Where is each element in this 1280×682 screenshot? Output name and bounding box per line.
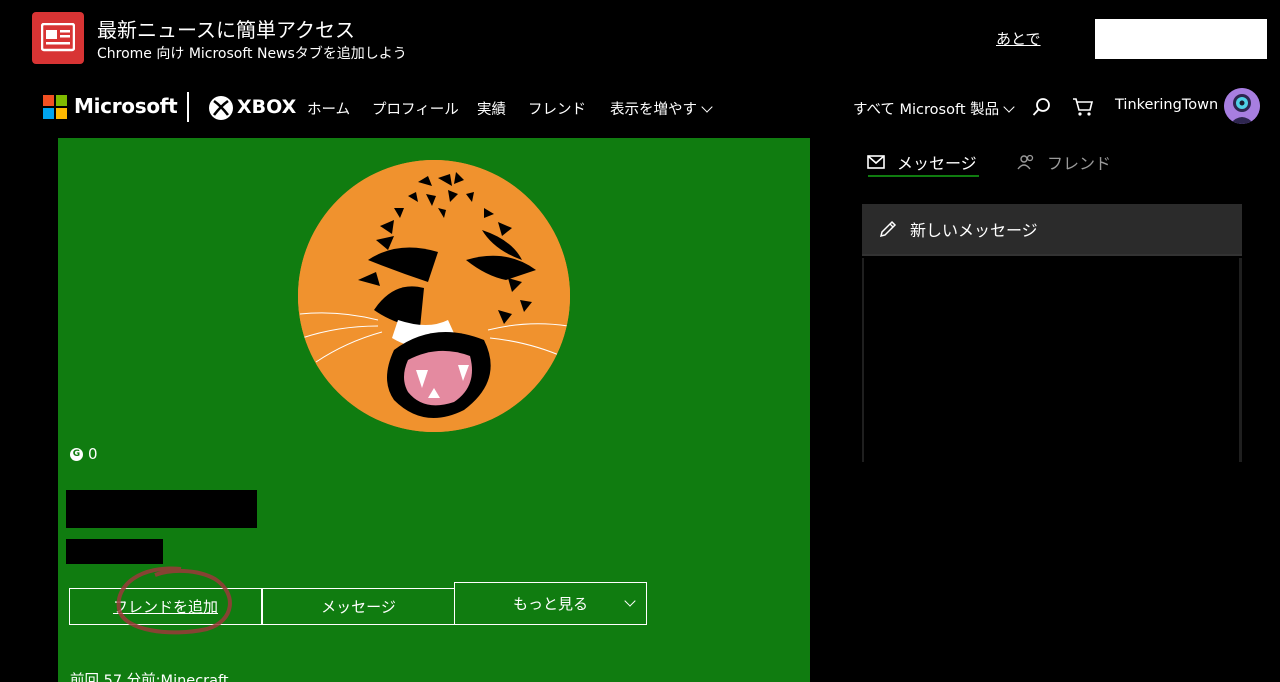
more-button[interactable]: もっと見る bbox=[454, 582, 647, 625]
gamerscore-icon: G bbox=[70, 447, 83, 461]
chevron-down-icon bbox=[701, 101, 713, 113]
friends-icon bbox=[1017, 154, 1034, 170]
xbox-brand[interactable]: XBOX bbox=[237, 96, 296, 118]
tab-friends[interactable]: フレンド bbox=[1017, 150, 1111, 174]
add-friend-button[interactable]: フレンドを追加 bbox=[69, 588, 262, 625]
tab-friends-label: フレンド bbox=[1047, 154, 1112, 173]
user-avatar[interactable] bbox=[1224, 88, 1260, 124]
tab-active-indicator bbox=[868, 175, 979, 177]
new-message-button[interactable]: 新しいメッセージ bbox=[862, 204, 1242, 256]
nav-profile[interactable]: プロフィール bbox=[372, 98, 459, 119]
pencil-icon bbox=[879, 220, 897, 238]
nav-more[interactable]: 表示を増やす bbox=[610, 98, 713, 119]
all-products-label: すべて Microsoft 製品 bbox=[853, 102, 1000, 118]
redacted-gamertag bbox=[66, 490, 257, 528]
nav-home[interactable]: ホーム bbox=[307, 98, 350, 119]
tab-messages[interactable]: メッセージ bbox=[867, 150, 977, 174]
banner-title: 最新ニュースに簡単アクセス bbox=[97, 18, 355, 42]
add-extension-button[interactable] bbox=[1095, 19, 1267, 59]
last-seen-status: 前回 57 分前:Minecraft bbox=[70, 673, 229, 682]
new-message-label: 新しいメッセージ bbox=[910, 221, 1038, 240]
microsoft-logo-icon[interactable] bbox=[43, 95, 67, 119]
profile-panel: G 0 フレンドを追加 メッセージ もっと見る 前回 57 分前:Minecra… bbox=[58, 138, 810, 682]
redacted-realname bbox=[66, 539, 163, 564]
message-label: メッセージ bbox=[321, 598, 396, 616]
tab-messages-label: メッセージ bbox=[897, 154, 977, 173]
gamerscore: G 0 bbox=[70, 445, 98, 463]
cart-icon[interactable] bbox=[1072, 97, 1094, 117]
all-products-menu[interactable]: すべて Microsoft 製品 bbox=[853, 98, 1015, 119]
cheetah-avatar-icon bbox=[298, 160, 570, 432]
profile-picture bbox=[298, 160, 570, 432]
microsoft-brand[interactable]: Microsoft bbox=[74, 94, 178, 118]
top-nav: Microsoft XBOX ホーム プロフィール 実績 フレンド 表示を増やす… bbox=[0, 78, 1280, 138]
nav-friends[interactable]: フレンド bbox=[528, 98, 586, 119]
search-icon[interactable] bbox=[1032, 97, 1052, 117]
nav-more-label: 表示を増やす bbox=[610, 102, 697, 118]
username[interactable]: TinkeringTown bbox=[1115, 97, 1218, 113]
banner-subtitle: Chrome 向け Microsoft Newsタブを追加しよう bbox=[97, 46, 407, 62]
nav-divider bbox=[187, 92, 189, 122]
message-button[interactable]: メッセージ bbox=[262, 588, 455, 625]
gamerscore-value: 0 bbox=[88, 445, 98, 463]
more-label: もっと見る bbox=[512, 595, 588, 613]
message-list[interactable] bbox=[862, 258, 1242, 462]
nav-achievements[interactable]: 実績 bbox=[477, 98, 506, 119]
chevron-down-icon bbox=[624, 595, 636, 607]
add-friend-label: フレンドを追加 bbox=[112, 598, 218, 616]
xbox-logo-icon[interactable] bbox=[209, 96, 233, 120]
promo-banner: 最新ニュースに簡単アクセス Chrome 向け Microsoft Newsタブ… bbox=[0, 0, 1280, 78]
chevron-down-icon bbox=[1003, 101, 1015, 113]
later-link[interactable]: あとで bbox=[996, 28, 1041, 49]
news-app-icon bbox=[32, 12, 84, 64]
mail-icon bbox=[867, 155, 885, 169]
